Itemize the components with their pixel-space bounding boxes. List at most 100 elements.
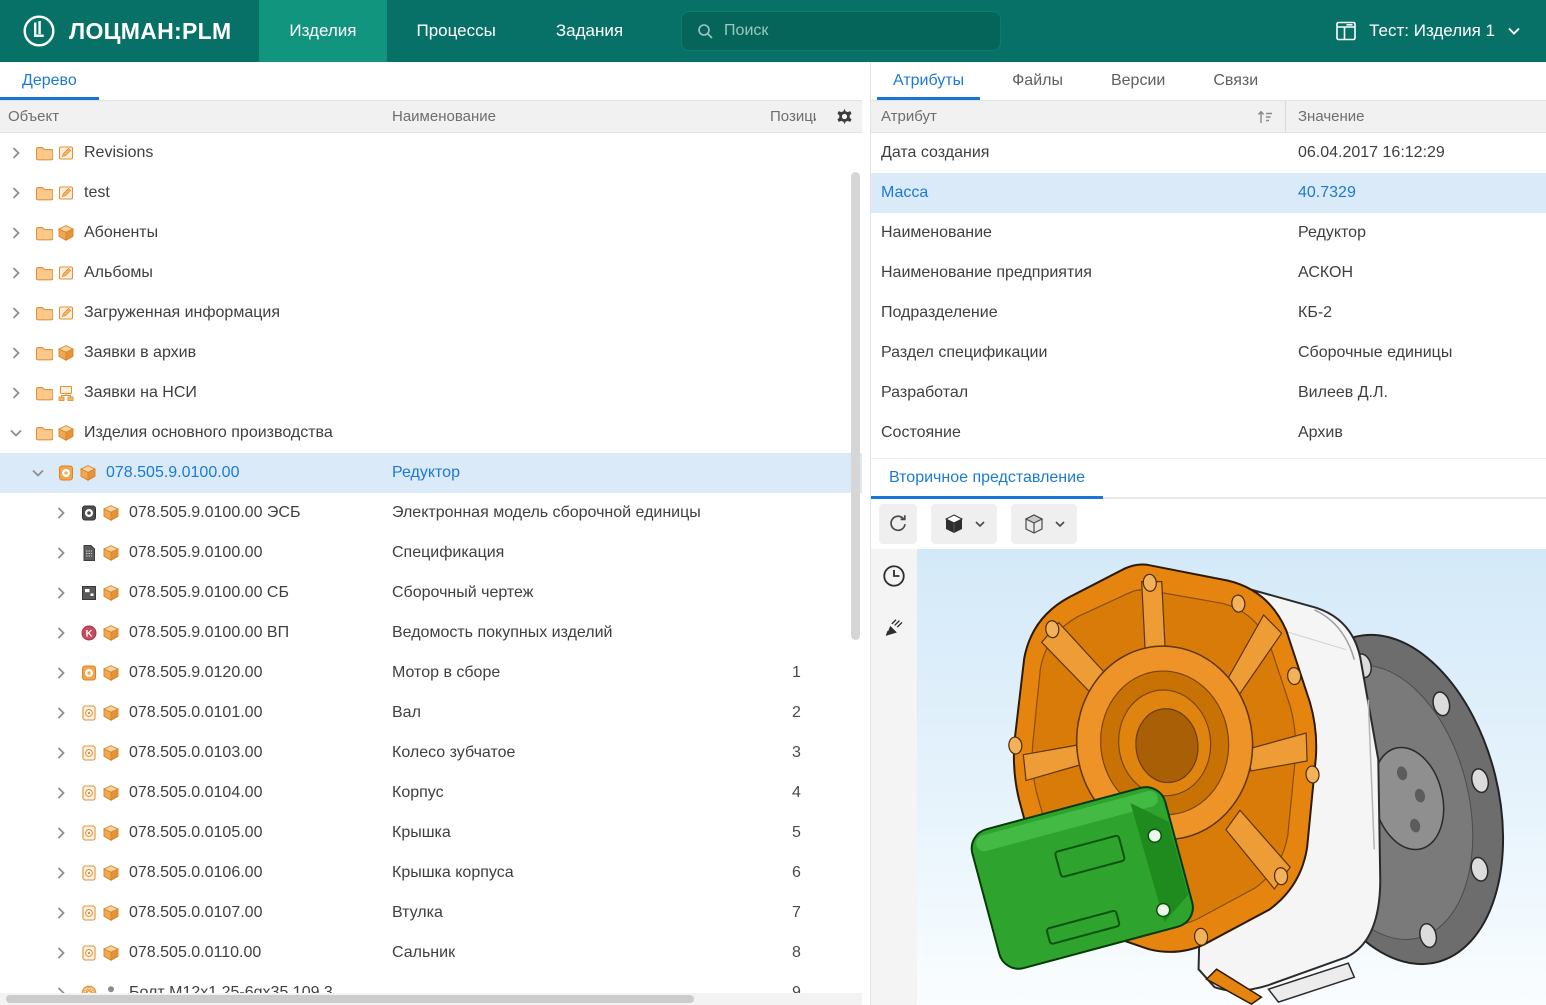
tab-3[interactable]: Связи xyxy=(1197,62,1274,100)
chevron-right-icon[interactable] xyxy=(53,545,69,561)
chevron-right-icon[interactable] xyxy=(8,225,24,241)
attribute-value: 06.04.2017 16:12:29 xyxy=(1286,144,1445,162)
tree-row[interactable]: 078.505.9.0100.00Спецификация xyxy=(0,533,862,573)
tree-row[interactable]: 078.505.0.0103.00Колесо зубчатое3 xyxy=(0,733,862,773)
drawing-icon xyxy=(80,584,98,602)
column-value[interactable]: Значение xyxy=(1286,108,1365,125)
sort-ascending-icon[interactable] xyxy=(1255,107,1275,127)
tree-row[interactable]: 078.505.0.0110.00Сальник8 xyxy=(0,933,862,973)
tree-row[interactable]: 078.505.0.0105.00Крышка5 xyxy=(0,813,862,853)
shaded-view-button[interactable] xyxy=(931,504,997,544)
tree-row[interactable]: 078.505.0.0104.00Корпус4 xyxy=(0,773,862,813)
tree-horizontal-scrollbar[interactable] xyxy=(6,995,694,1003)
refresh-button[interactable] xyxy=(879,504,917,544)
refresh-icon xyxy=(887,513,909,535)
attribute-value: КБ-2 xyxy=(1286,304,1332,322)
spec-doc-icon xyxy=(80,544,98,562)
column-attribute[interactable]: Атрибут xyxy=(881,108,937,125)
chevron-right-icon[interactable] xyxy=(53,505,69,521)
object-position: 6 xyxy=(792,864,862,882)
tab-1[interactable]: Файлы xyxy=(996,62,1079,100)
folder-icon xyxy=(35,224,53,242)
chevron-right-icon[interactable] xyxy=(53,945,69,961)
chevron-right-icon[interactable] xyxy=(53,745,69,761)
workspace-selector[interactable]: Тест: Изделия 1 xyxy=(1334,19,1522,43)
object-name: Спецификация xyxy=(392,544,792,562)
tab-2[interactable]: Версии xyxy=(1095,62,1181,100)
chevron-right-icon[interactable] xyxy=(8,385,24,401)
folder-icon xyxy=(35,384,53,402)
chevron-right-icon[interactable] xyxy=(8,185,24,201)
attribute-row[interactable]: ПодразделениеКБ-2 xyxy=(871,293,1546,333)
workspace-icon xyxy=(1334,19,1358,43)
chevron-right-icon[interactable] xyxy=(53,865,69,881)
column-position[interactable]: Позиция xyxy=(770,108,816,125)
chevron-down-icon[interactable] xyxy=(30,465,46,481)
chevron-right-icon[interactable] xyxy=(8,145,24,161)
object-code: Загруженная информация xyxy=(84,304,280,322)
tree-row[interactable]: Изделия основного производства xyxy=(0,413,862,453)
chevron-right-icon[interactable] xyxy=(53,905,69,921)
object-code: Альбомы xyxy=(84,264,153,282)
chevron-right-icon[interactable] xyxy=(53,705,69,721)
tree-row[interactable]: 078.505.9.0120.00Мотор в сборе1 xyxy=(0,653,862,693)
attribute-row[interactable]: Наименование предприятияАСКОН xyxy=(871,253,1546,293)
tree-row[interactable]: test xyxy=(0,173,862,213)
chevron-right-icon[interactable] xyxy=(53,785,69,801)
nav-tab-2[interactable]: Задания xyxy=(526,0,653,62)
column-name[interactable]: Наименование xyxy=(392,108,770,125)
tree-vertical-scrollbar[interactable] xyxy=(851,172,860,640)
object-name: Ведомость покупных изделий xyxy=(392,624,792,642)
chevron-right-icon[interactable] xyxy=(53,825,69,841)
main-nav: ИзделияПроцессыЗадания xyxy=(259,0,653,62)
column-object[interactable]: Объект xyxy=(0,108,392,125)
attribute-row[interactable]: Дата создания06.04.2017 16:12:29 xyxy=(871,133,1546,173)
chevron-right-icon[interactable] xyxy=(53,665,69,681)
tree-row[interactable]: Заявки в архив xyxy=(0,333,862,373)
attribute-label: Подразделение xyxy=(871,304,1286,322)
tab-tree[interactable]: Дерево xyxy=(0,62,99,100)
search-input[interactable]: Поиск xyxy=(681,11,1001,51)
chevron-right-icon[interactable] xyxy=(53,585,69,601)
chevron-right-icon[interactable] xyxy=(8,345,24,361)
chevron-right-icon[interactable] xyxy=(8,305,24,321)
object-position: 7 xyxy=(792,904,862,922)
column-settings-gear-icon[interactable] xyxy=(835,107,862,126)
history-icon[interactable] xyxy=(881,563,907,589)
chevron-right-icon[interactable] xyxy=(8,265,24,281)
tree-row[interactable]: Заявки на НСИ xyxy=(0,373,862,413)
attribute-row[interactable]: Раздел спецификацииСборочные единицы xyxy=(871,333,1546,373)
tree-row[interactable]: 078.505.9.0100.00 ЭСБЭлектронная модель … xyxy=(0,493,862,533)
tree-row[interactable]: Revisions xyxy=(0,133,862,173)
tab-0[interactable]: Атрибуты xyxy=(877,62,980,100)
cube-icon xyxy=(102,864,120,882)
wireframe-view-button[interactable] xyxy=(1011,504,1077,544)
tree-row[interactable]: 078.505.9.0100.00Редуктор xyxy=(0,453,862,493)
tree-row[interactable]: 078.505.0.0101.00Вал2 xyxy=(0,693,862,733)
model-3d-view[interactable] xyxy=(917,549,1546,1005)
model3d-icon xyxy=(80,504,98,522)
attribute-row[interactable]: СостояниеАрхив xyxy=(871,413,1546,453)
tree-row[interactable]: Загруженная информация xyxy=(0,293,862,333)
chevron-right-icon[interactable] xyxy=(53,625,69,641)
cube-icon xyxy=(102,824,120,842)
chevron-down-icon[interactable] xyxy=(8,425,24,441)
tree-row[interactable]: Альбомы xyxy=(0,253,862,293)
tree-row[interactable]: Абоненты xyxy=(0,213,862,253)
markup-icon[interactable] xyxy=(881,615,907,641)
attribute-row[interactable]: Масса40.7329 xyxy=(871,173,1546,213)
nav-tab-1[interactable]: Процессы xyxy=(387,0,526,62)
attribute-row[interactable]: РазработалВилеев Д.Л. xyxy=(871,373,1546,413)
attribute-row[interactable]: НаименованиеРедуктор xyxy=(871,213,1546,253)
folder-icon xyxy=(35,344,53,362)
object-code: 078.505.9.0100.00 ЭСБ xyxy=(129,504,300,522)
tree-row[interactable]: K078.505.9.0100.00 ВПВедомость покупных … xyxy=(0,613,862,653)
attributes-panel-tabs: Атрибуты Файлы Версии Связи xyxy=(871,62,1546,100)
nav-tab-0[interactable]: Изделия xyxy=(259,0,386,62)
cube-icon xyxy=(57,224,75,242)
object-code: 078.505.0.0103.00 xyxy=(129,744,262,762)
tree-row[interactable]: 078.505.0.0107.00Втулка7 xyxy=(0,893,862,933)
tree-row[interactable]: 078.505.9.0100.00 СБСборочный чертеж xyxy=(0,573,862,613)
tree-row[interactable]: 078.505.0.0106.00Крышка корпуса6 xyxy=(0,853,862,893)
tab-secondary-view[interactable]: Вторичное представление xyxy=(871,459,1103,497)
